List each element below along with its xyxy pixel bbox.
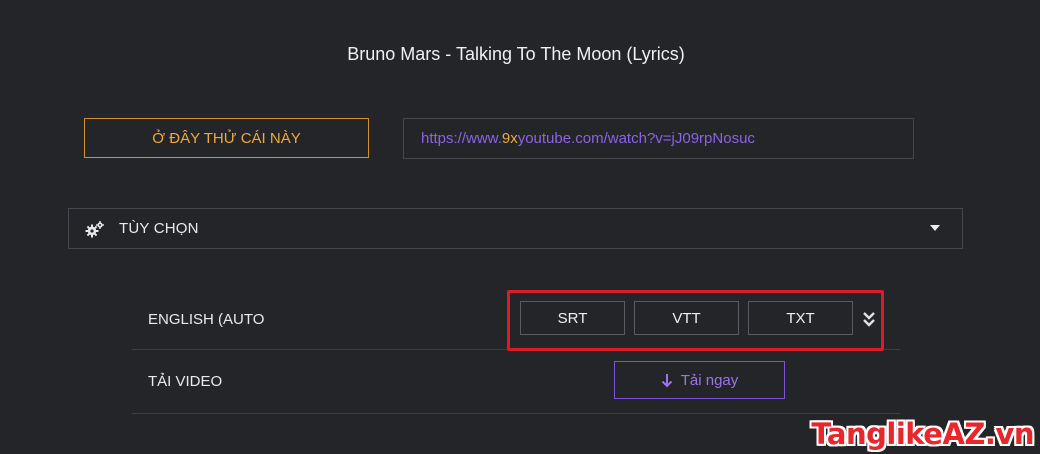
video-title: Bruno Mars - Talking To The Moon (Lyrics… xyxy=(347,44,685,64)
url-prefix: https://www. xyxy=(421,130,502,147)
highlight-box xyxy=(507,290,884,351)
options-label: TÙY CHỌN xyxy=(119,220,199,237)
try-this-button[interactable]: Ở ĐÂY THỬ CÁI NÀY xyxy=(84,118,369,158)
download-video-label: TẢI VIDEO xyxy=(148,373,223,390)
download-now-button[interactable]: Tải ngay xyxy=(614,361,785,399)
gears-icon xyxy=(85,220,105,238)
video-url-field[interactable]: https://www. 9x youtube.com/watch?v=jJ09rp… xyxy=(403,118,914,159)
arrow-down-icon xyxy=(661,373,673,388)
watermark-logo: TanglikeAZ.vn xyxy=(811,417,1034,451)
caret-down-icon xyxy=(930,225,940,231)
url-highlight: 9x xyxy=(501,130,518,147)
subtitle-language-label: ENGLISH (AUTO xyxy=(148,311,265,328)
options-dropdown[interactable]: TÙY CHỌN xyxy=(68,208,963,249)
url-suffix: youtube.com/watch?v=jJ09rpNosuc xyxy=(517,130,755,147)
download-now-label: Tải ngay xyxy=(680,371,739,389)
